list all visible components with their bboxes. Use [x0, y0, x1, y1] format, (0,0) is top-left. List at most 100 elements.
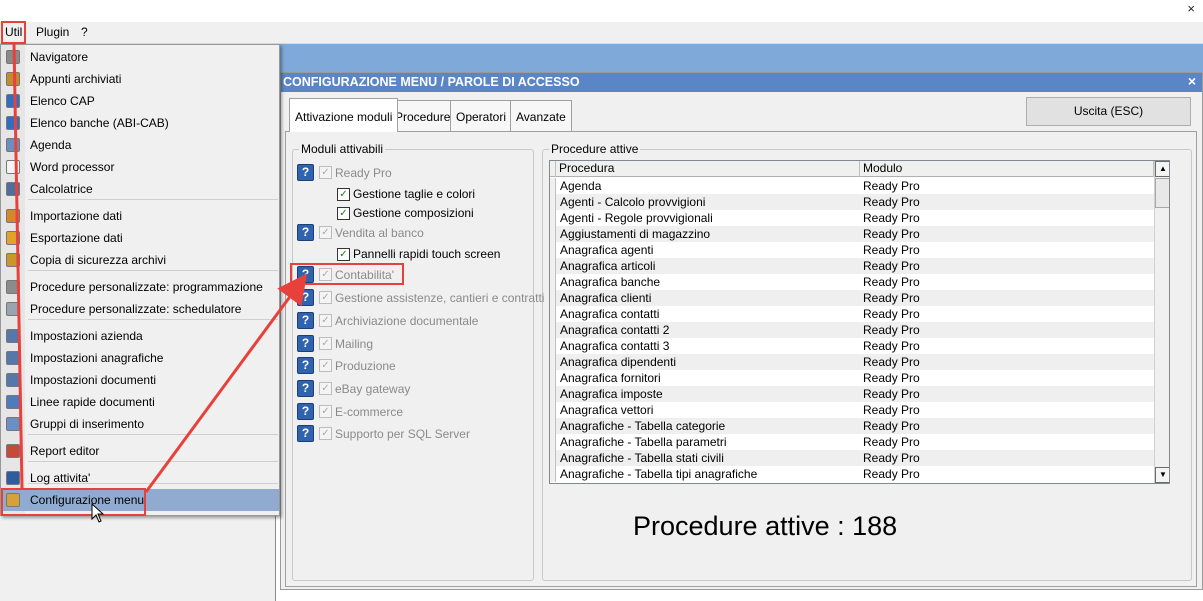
scroll-up-icon[interactable]: ▲: [1155, 161, 1169, 177]
help-icon[interactable]: ?: [297, 164, 314, 181]
row-selector[interactable]: [550, 290, 556, 306]
row-selector[interactable]: [550, 434, 556, 450]
table-row[interactable]: Anagrafica imposte Ready Pro: [550, 386, 1154, 402]
menu-item[interactable]: Report editor: [1, 440, 279, 462]
row-selector[interactable]: [550, 418, 556, 434]
module-checkbox[interactable]: ✓: [319, 226, 332, 239]
table-row[interactable]: Anagrafica contatti 3 Ready Pro: [550, 338, 1154, 354]
row-selector[interactable]: [550, 450, 556, 466]
module-checkbox[interactable]: ✓: [319, 314, 332, 327]
row-selector[interactable]: [550, 194, 556, 210]
row-selector[interactable]: [550, 178, 556, 194]
menu-item[interactable]: Navigatore: [1, 46, 279, 68]
menu-item[interactable]: Gruppi di inserimento: [1, 413, 279, 435]
table-row[interactable]: Anagrafica agenti Ready Pro: [550, 242, 1154, 258]
help-icon[interactable]: ?: [297, 357, 314, 374]
row-selector[interactable]: [550, 274, 556, 290]
form-icon: [6, 351, 20, 365]
help-icon[interactable]: ?: [297, 312, 314, 329]
menu-item[interactable]: Procedure personalizzate: programmazione: [1, 276, 279, 298]
table-row[interactable]: Anagrafica contatti 2 Ready Pro: [550, 322, 1154, 338]
menu-item[interactable]: Log attivita': [1, 467, 279, 489]
table-row[interactable]: Anagrafica banche Ready Pro: [550, 274, 1154, 290]
tab-operatori[interactable]: Operatori: [450, 100, 513, 131]
menu-item[interactable]: Impostazioni documenti: [1, 369, 279, 391]
help-icon[interactable]: ?: [297, 425, 314, 442]
submodule-checkbox[interactable]: ✓: [337, 248, 350, 261]
menu-item[interactable]: Linee rapide documenti: [1, 391, 279, 413]
row-selector[interactable]: [550, 322, 556, 338]
cell-procedura: Agenti - Regole provvigionali: [560, 211, 713, 225]
table-row[interactable]: Anagrafica vettori Ready Pro: [550, 402, 1154, 418]
table-row[interactable]: Anagrafiche - Tabella stati civili Ready …: [550, 450, 1154, 466]
help-icon[interactable]: ?: [297, 224, 314, 241]
help-icon[interactable]: ?: [297, 403, 314, 420]
menu-item[interactable]: Appunti archiviati: [1, 68, 279, 90]
table-row[interactable]: Anagrafiche - Tabella parametri Ready Pro: [550, 434, 1154, 450]
help-icon[interactable]: ?: [297, 289, 314, 306]
menu-item[interactable]: Elenco CAP: [1, 90, 279, 112]
help-icon[interactable]: ?: [297, 380, 314, 397]
column-header-procedura[interactable]: Procedura: [556, 161, 860, 177]
scroll-thumb[interactable]: [1155, 178, 1169, 208]
row-selector[interactable]: [550, 370, 556, 386]
submodule-checkbox[interactable]: ✓: [337, 207, 350, 220]
tab-avanzate[interactable]: Avanzate: [510, 100, 572, 131]
module-checkbox[interactable]: ✓: [319, 405, 332, 418]
scroll-down-icon[interactable]: ▼: [1155, 467, 1169, 483]
row-selector[interactable]: [550, 306, 556, 322]
menu-item[interactable]: Procedure personalizzate: schedulatore: [1, 298, 279, 320]
table-row[interactable]: Anagrafica clienti Ready Pro: [550, 290, 1154, 306]
menu-plugin[interactable]: Plugin: [36, 25, 69, 39]
dialog-close-icon[interactable]: ×: [1188, 73, 1196, 89]
row-selector[interactable]: [550, 258, 556, 274]
row-selector[interactable]: [550, 226, 556, 242]
table-row[interactable]: Anagrafica dipendenti Ready Pro: [550, 354, 1154, 370]
table-row[interactable]: Anagrafiche - Tabella tipi anagrafiche Re…: [550, 466, 1154, 482]
menu-item[interactable]: Agenda: [1, 134, 279, 156]
menu-item[interactable]: Copia di sicurezza archivi: [1, 249, 279, 271]
exit-button[interactable]: Uscita (ESC): [1026, 97, 1191, 126]
menu-help[interactable]: ?: [81, 25, 88, 39]
row-selector[interactable]: [550, 386, 556, 402]
menu-item[interactable]: Esportazione dati: [1, 227, 279, 249]
column-header-modulo[interactable]: Modulo: [860, 161, 1154, 177]
module-checkbox[interactable]: ✓: [319, 359, 332, 372]
help-icon[interactable]: ?: [297, 335, 314, 352]
module-checkbox[interactable]: ✓: [319, 382, 332, 395]
row-selector[interactable]: [550, 466, 556, 482]
table-row[interactable]: Anagrafica fornitori Ready Pro: [550, 370, 1154, 386]
row-selector[interactable]: [550, 338, 556, 354]
window-close-icon[interactable]: ×: [1187, 1, 1195, 16]
tab-attivazione-moduli[interactable]: Attivazione moduli: [289, 98, 399, 132]
table-row[interactable]: Anagrafica contatti Ready Pro: [550, 306, 1154, 322]
tab-procedure[interactable]: Procedure: [389, 100, 457, 131]
row-selector[interactable]: [550, 354, 556, 370]
menu-item[interactable]: Importazione dati: [1, 205, 279, 227]
module-checkbox[interactable]: ✓: [319, 427, 332, 440]
submodule-checkbox[interactable]: ✓: [337, 188, 350, 201]
table-row[interactable]: Anagrafica articoli Ready Pro: [550, 258, 1154, 274]
menu-item[interactable]: Calcolatrice: [1, 178, 279, 200]
row-selector[interactable]: [550, 242, 556, 258]
dialog-title-bar: CONFIGURAZIONE MENU / PAROLE DI ACCESSO …: [281, 73, 1202, 92]
module-checkbox[interactable]: ✓: [319, 337, 332, 350]
module-checkbox[interactable]: ✓: [319, 291, 332, 304]
menu-item[interactable]: Elenco banche (ABI-CAB): [1, 112, 279, 134]
cell-procedura: Agenda: [560, 179, 602, 193]
menu-item[interactable]: Word processor: [1, 156, 279, 178]
menu-item[interactable]: Impostazioni anagrafiche: [1, 347, 279, 369]
menu-item-label: Agenda: [30, 138, 72, 152]
row-selector[interactable]: [550, 402, 556, 418]
table-row[interactable]: Agenda Ready Pro: [550, 178, 1154, 194]
table-row[interactable]: Agenti - Regole provvigionali Ready Pro: [550, 210, 1154, 226]
module-checkbox[interactable]: ✓: [319, 166, 332, 179]
table-row[interactable]: Anagrafiche - Tabella categorie Ready Pro: [550, 418, 1154, 434]
grid-scrollbar[interactable]: ▲ ▼: [1154, 161, 1169, 483]
table-row[interactable]: Aggiustamenti di magazzino Ready Pro: [550, 226, 1154, 242]
procedures-grid[interactable]: Procedura Modulo Agenda Ready Pro Agenti -…: [549, 160, 1170, 484]
table-row[interactable]: Agenti - Calcolo provvigioni Ready Pro: [550, 194, 1154, 210]
menu-item[interactable]: Impostazioni azienda: [1, 325, 279, 347]
row-selector[interactable]: [550, 210, 556, 226]
grid-icon: [6, 417, 20, 431]
